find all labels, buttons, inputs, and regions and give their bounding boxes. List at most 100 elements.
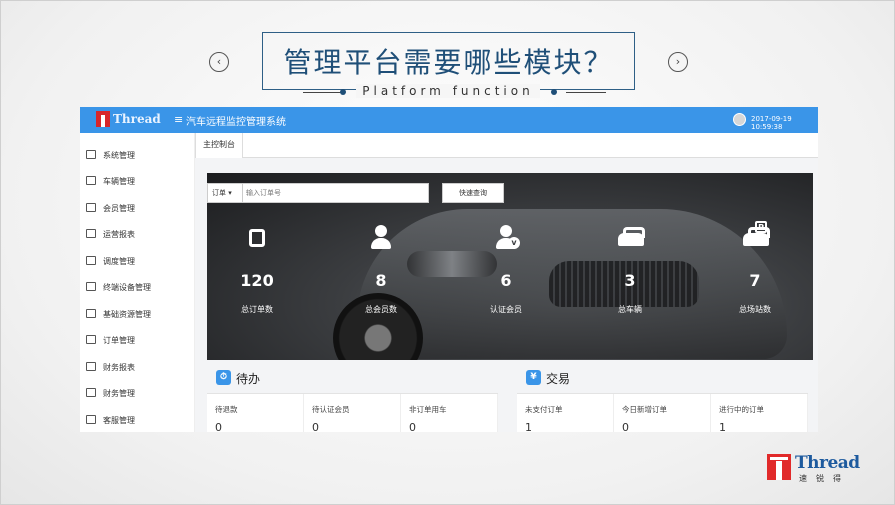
trade-cells: 未支付订单 1 今日新增订单 0 进行中的订单 1 — [517, 393, 808, 432]
cell-value: 1 — [525, 421, 532, 432]
sidebar-item-label: 财务管理 — [103, 389, 135, 398]
parking-station-icon: P — [743, 221, 770, 251]
car-icon — [86, 176, 96, 185]
sidebar-item-system[interactable]: 系统管理 — [86, 147, 194, 165]
logo-t-icon — [96, 111, 110, 127]
slide-title: 管理平台需要哪些模块？ — [283, 46, 614, 79]
cell-label: 进行中的订单 — [719, 405, 764, 414]
sidebar: 系统管理 车辆管理 会员管理 运营报表 调度管理 终端设备管理 基础资源管理 订… — [80, 133, 195, 432]
cell-value: 0 — [312, 421, 319, 432]
order-search-input[interactable] — [243, 183, 429, 203]
trade-orders-in-progress[interactable]: 进行中的订单 1 — [711, 394, 808, 432]
divider-line — [303, 92, 343, 93]
quick-search-button[interactable]: 快速查询 — [442, 183, 504, 203]
sidebar-item-customer-service[interactable]: 客服管理 — [86, 412, 194, 430]
sidebar-item-label: 客服管理 — [103, 416, 135, 425]
stat-value: 7 — [749, 271, 761, 290]
trade-panel: ¥ 交易 未支付订单 1 今日新增订单 0 进行中的订单 1 — [517, 365, 808, 432]
stat-label: 总订单数 — [241, 305, 273, 314]
app-title: 汽车远程监控管理系统 — [186, 117, 286, 128]
cell-label: 待退款 — [215, 405, 238, 414]
user-avatar[interactable] — [733, 113, 746, 126]
cell-value: 0 — [409, 421, 416, 432]
sidebar-item-vehicles[interactable]: 车辆管理 — [86, 173, 194, 191]
search-type-value: 订单 — [212, 189, 226, 197]
slide-subtitle-row: Platform function — [0, 84, 895, 102]
divider-dot — [551, 89, 557, 95]
menu-toggle-icon[interactable]: ≡ — [174, 113, 183, 126]
next-slide-button[interactable]: › — [668, 52, 688, 72]
trade-unpaid-orders[interactable]: 未支付订单 1 — [517, 394, 614, 432]
panel-header: ¥ 交易 — [517, 365, 808, 389]
todo-pending-verification[interactable]: 待认证会员 0 — [304, 394, 401, 432]
sidebar-item-members[interactable]: 会员管理 — [86, 200, 194, 218]
toolbox-icon — [86, 309, 96, 318]
sidebar-item-label: 系统管理 — [103, 151, 135, 160]
device-icon — [86, 282, 96, 291]
logo-text: Thread — [113, 112, 161, 126]
sidebar-item-label: 财务报表 — [103, 363, 135, 372]
sidebar-item-orders[interactable]: 订单管理 — [86, 332, 194, 350]
slide-subtitle: Platform function — [356, 84, 540, 98]
sidebar-item-label: 订单管理 — [103, 336, 135, 345]
stat-value: 6 — [500, 271, 512, 290]
cell-label: 未支付订单 — [525, 405, 563, 414]
stat-value: 3 — [624, 271, 636, 290]
previous-slide-button[interactable]: ‹ — [209, 52, 229, 72]
dashboard-hero: 订单 ▾ 快速查询 120 总订单数 8 总会员数 v 6 认证会员 3 总 — [207, 173, 813, 360]
brand-chinese: 速锐得 — [799, 474, 850, 483]
cell-label: 非订单用车 — [409, 405, 447, 414]
report-icon — [86, 362, 96, 371]
sidebar-item-base-resources[interactable]: 基础资源管理 — [86, 306, 194, 324]
sidebar-item-label: 调度管理 — [103, 257, 135, 266]
sidebar-item-operation-reports[interactable]: 运营报表 — [86, 226, 194, 244]
car-icon — [618, 225, 645, 251]
monitor-icon — [86, 229, 96, 238]
todo-non-order-usage[interactable]: 非订单用车 0 — [401, 394, 498, 432]
divider-line — [566, 92, 606, 93]
sidebar-item-dispatch[interactable]: 调度管理 — [86, 253, 194, 271]
trade-new-orders-today[interactable]: 今日新增订单 0 — [614, 394, 711, 432]
brand-t-icon — [767, 454, 791, 480]
stat-label: 总会员数 — [365, 305, 397, 314]
divider-dot — [340, 89, 346, 95]
sidebar-item-terminal-devices[interactable]: 终端设备管理 — [86, 279, 194, 297]
cell-value: 1 — [719, 421, 726, 432]
money-icon — [86, 388, 96, 397]
stat-verified-members[interactable]: v 6 认证会员 — [466, 225, 546, 315]
stat-total-orders[interactable]: 120 总订单数 — [217, 225, 297, 315]
sidebar-item-label: 基础资源管理 — [103, 310, 151, 319]
panel-header: ⏱ 待办 — [207, 365, 498, 389]
brand-logo: Thread 速锐得 — [767, 453, 875, 484]
todo-cells: 待退款 0 待认证会员 0 非订单用车 0 — [207, 393, 498, 432]
monitor-icon — [86, 150, 96, 159]
stat-total-vehicles[interactable]: 3 总车辆 — [590, 225, 670, 315]
datetime-display: 2017-09-19 10:59:38 — [751, 115, 792, 131]
tab-console[interactable]: 主控制台 — [195, 133, 243, 158]
cell-value: 0 — [622, 421, 629, 432]
main-content: 主控制台 订单 ▾ 快速查询 120 总订单数 8 总会员数 v 6 — [195, 133, 818, 432]
search-type-select[interactable]: 订单 ▾ — [207, 183, 243, 203]
todo-pending-refund[interactable]: 待退款 0 — [207, 394, 304, 432]
sidebar-item-finance[interactable]: 财务管理 — [86, 385, 194, 403]
stat-total-stations[interactable]: P 7 总场站数 — [715, 221, 795, 315]
cell-value: 0 — [215, 421, 222, 432]
stat-total-members[interactable]: 8 总会员数 — [341, 225, 421, 315]
sidebar-item-label: 车辆管理 — [103, 177, 135, 186]
stat-label: 总车辆 — [618, 305, 642, 314]
todo-panel: ⏱ 待办 待退款 0 待认证会员 0 非订单用车 0 — [207, 365, 498, 432]
users-icon — [86, 203, 96, 212]
panel-title: 待办 — [236, 372, 261, 386]
cell-label: 今日新增订单 — [622, 405, 667, 414]
panel-title: 交易 — [546, 372, 571, 386]
headset-icon — [86, 415, 96, 424]
caret-down-icon: ▾ — [228, 189, 232, 197]
app-logo[interactable]: Thread — [96, 111, 161, 129]
clock-icon: ⏱ — [216, 370, 231, 385]
stat-value: 8 — [375, 271, 387, 290]
cell-label: 待认证会员 — [312, 405, 350, 414]
sidebar-item-label: 会员管理 — [103, 204, 135, 213]
tab-bar: 主控制台 — [195, 133, 818, 158]
order-phone-icon — [245, 225, 269, 251]
sidebar-item-finance-reports[interactable]: 财务报表 — [86, 359, 194, 377]
